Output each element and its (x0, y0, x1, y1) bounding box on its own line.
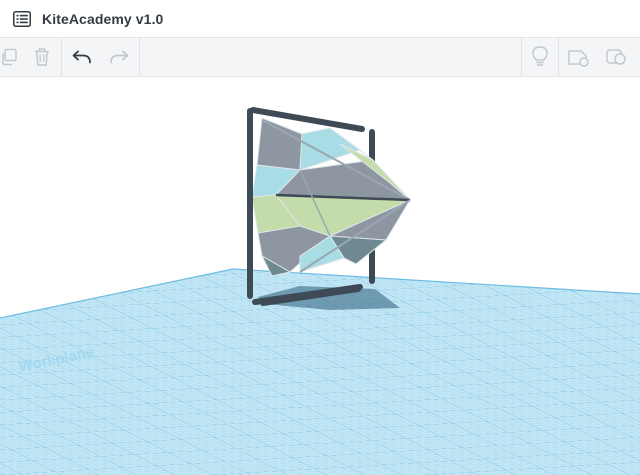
3d-viewport[interactable]: Workplane (0, 77, 640, 475)
toolbar-divider (521, 38, 522, 76)
kite-model[interactable] (247, 107, 412, 306)
comment-shape-icon[interactable] (600, 38, 634, 76)
lightbulb-icon[interactable] (523, 38, 557, 76)
note-shape-icon[interactable] (561, 38, 595, 76)
copy-icon[interactable] (0, 38, 26, 76)
toolbar (0, 38, 640, 77)
redo-arrow-icon[interactable] (102, 38, 136, 76)
toolbar-divider (139, 38, 140, 76)
title-bar: KiteAcademy v1.0 (0, 0, 640, 38)
toolbar-divider (558, 38, 559, 76)
app-window: KiteAcademy v1.0 Workplane (0, 0, 640, 475)
toolbar-divider (61, 38, 62, 76)
undo-arrow-icon[interactable] (65, 38, 99, 76)
list-menu-icon[interactable] (12, 9, 32, 29)
app-title: KiteAcademy v1.0 (42, 10, 164, 27)
trash-icon[interactable] (25, 38, 59, 76)
